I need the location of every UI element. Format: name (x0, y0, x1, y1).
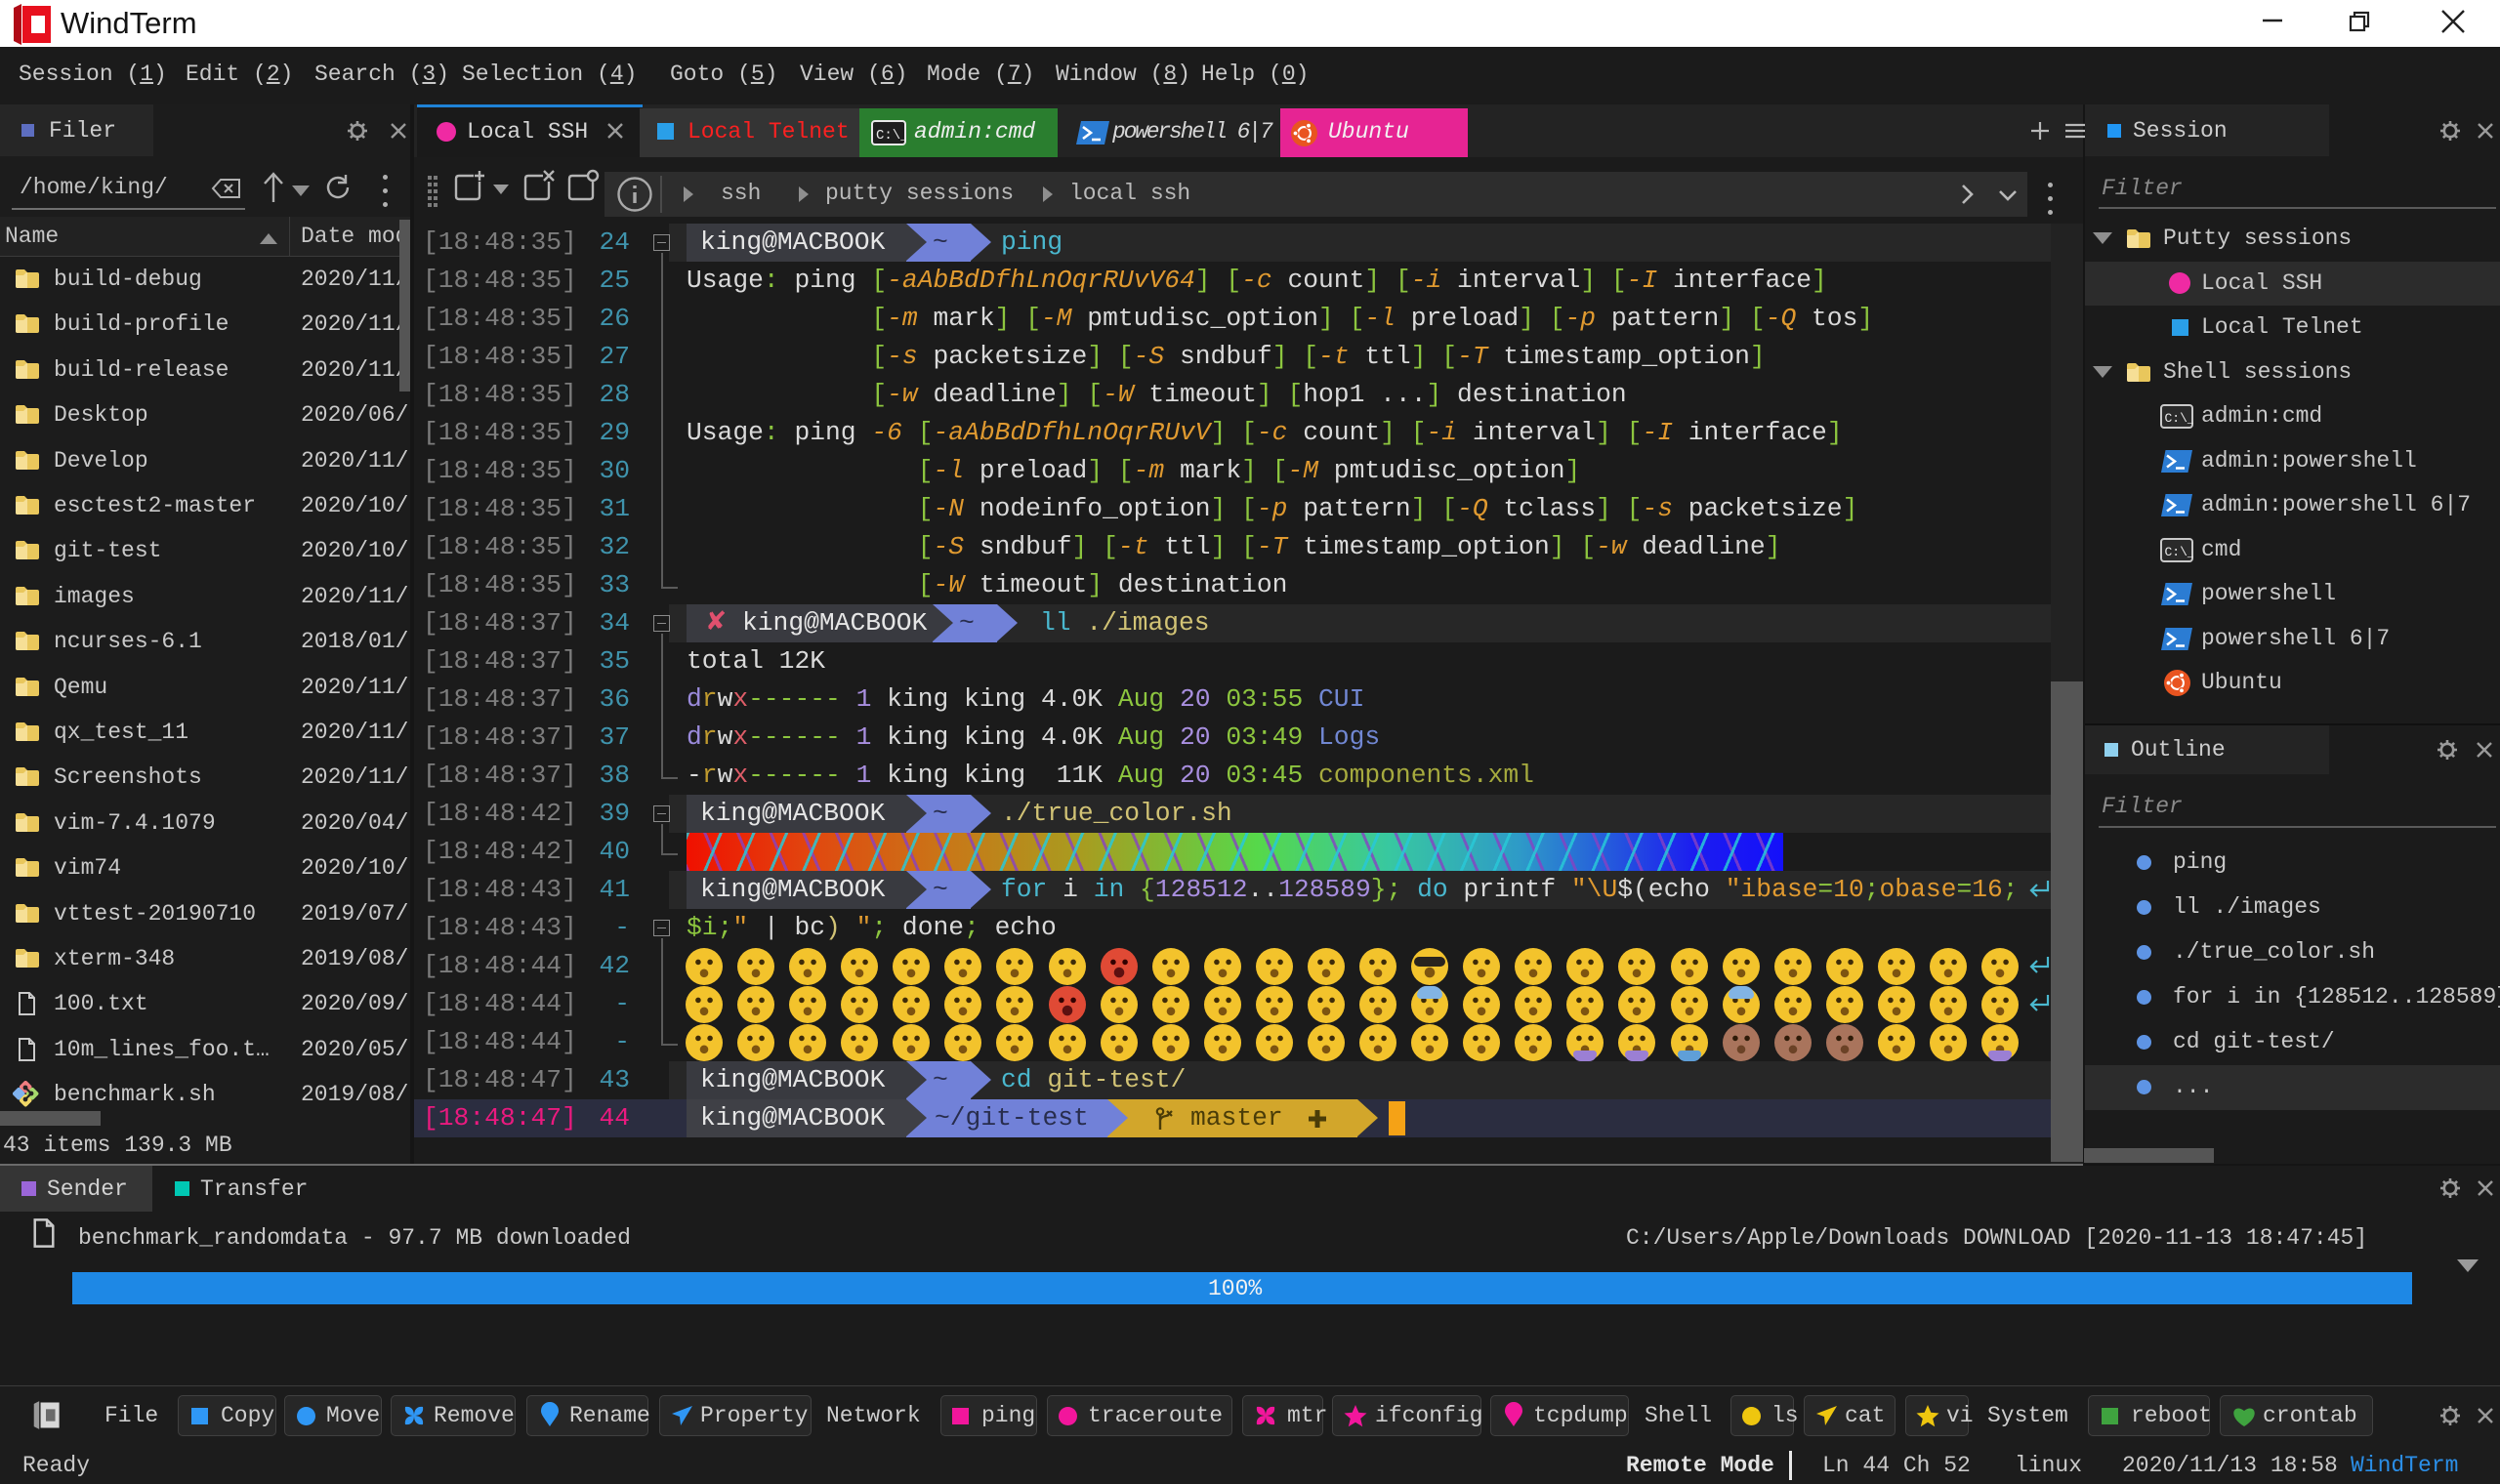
svg-text:C:\_: C:\_ (2165, 545, 2194, 559)
svg-text:C:\_: C:\_ (876, 128, 906, 144)
svg-text:C:\_: C:\_ (2165, 411, 2194, 426)
